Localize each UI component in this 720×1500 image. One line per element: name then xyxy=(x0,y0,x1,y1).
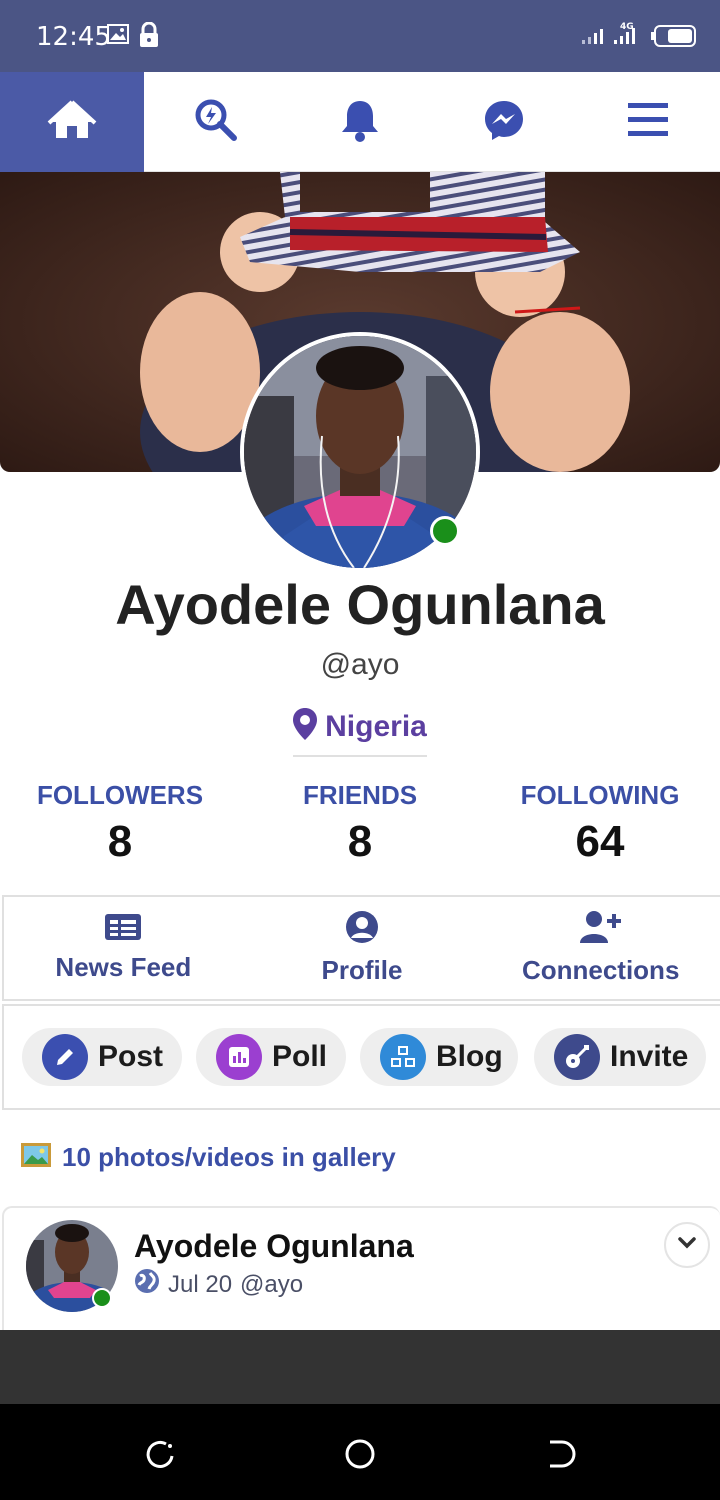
post-author-name[interactable]: Ayodele Ogunlana xyxy=(134,1228,414,1265)
home-button-icon[interactable] xyxy=(344,1438,376,1475)
post-options-button[interactable] xyxy=(664,1222,710,1268)
recent-apps-icon[interactable] xyxy=(144,1438,176,1475)
profile-name: Ayodele Ogunlana xyxy=(115,573,605,636)
stat-friends[interactable]: FRIENDS 8 xyxy=(240,780,480,880)
gallery-link[interactable]: 10 photos/videos in gallery xyxy=(20,1142,396,1173)
post-media-area[interactable] xyxy=(0,1330,720,1404)
cubes-icon xyxy=(380,1034,426,1080)
stat-value: 8 xyxy=(107,817,133,866)
bell-icon xyxy=(340,98,380,147)
nav-notifications[interactable] xyxy=(288,72,432,172)
post-button[interactable]: Post xyxy=(22,1028,182,1086)
tab-label: Profile xyxy=(321,955,403,985)
tab-news-feed[interactable]: News Feed xyxy=(4,897,243,999)
profile-handle: @ayo xyxy=(320,648,400,681)
post-handle[interactable]: @ayo xyxy=(240,1271,303,1299)
battery-icon xyxy=(650,24,698,53)
tab-connections[interactable]: Connections xyxy=(481,897,720,999)
location-text: Nigeria xyxy=(325,709,427,743)
search-icon xyxy=(194,98,238,147)
map-pin-icon xyxy=(293,708,318,745)
home-icon xyxy=(47,98,97,147)
tab-label: Connections xyxy=(521,955,680,985)
lock-icon xyxy=(138,21,160,53)
online-status-indicator xyxy=(430,516,460,546)
nav-home[interactable] xyxy=(0,72,144,172)
tab-label: News Feed xyxy=(55,952,192,982)
user-plus-icon xyxy=(579,910,622,949)
stat-following[interactable]: FOLLOWING 64 xyxy=(480,780,720,880)
blog-button[interactable]: Blog xyxy=(360,1028,518,1086)
picture-icon xyxy=(20,1142,52,1173)
signal-4g-icon: 4G xyxy=(612,20,646,51)
top-navbar xyxy=(0,72,720,172)
poll-label: Poll xyxy=(272,1040,328,1073)
nav-messages[interactable] xyxy=(432,72,576,172)
profile-stats: FOLLOWERS 8 FRIENDS 8 FOLLOWING 64 xyxy=(0,780,720,880)
location-link[interactable]: Nigeria xyxy=(293,708,427,757)
post-meta: Jul 20 @ayo xyxy=(134,1268,303,1301)
stat-followers[interactable]: FOLLOWERS 8 xyxy=(0,780,240,880)
gallery-notification-icon xyxy=(106,22,130,51)
menu-icon xyxy=(628,102,668,142)
news-feed-icon xyxy=(104,913,142,946)
invite-label: Invite xyxy=(610,1040,689,1073)
pencil-icon xyxy=(42,1034,88,1080)
stat-label: FRIENDS xyxy=(302,780,418,810)
stat-value: 8 xyxy=(347,817,373,866)
nav-search[interactable] xyxy=(144,72,288,172)
signal-icon xyxy=(580,26,610,51)
gallery-text: 10 photos/videos in gallery xyxy=(62,1142,396,1172)
user-circle-icon xyxy=(345,910,379,949)
poll-button[interactable]: Poll xyxy=(196,1028,346,1086)
post-label: Post xyxy=(98,1040,164,1073)
tab-profile[interactable]: Profile xyxy=(243,897,482,999)
post-date: Jul 20 xyxy=(168,1270,233,1298)
create-actions-bar: Post Poll Blog Invite xyxy=(2,1004,720,1110)
profile-tabs: News Feed Profile Connections xyxy=(2,895,720,1001)
author-online-indicator xyxy=(92,1288,112,1308)
chevron-down-icon xyxy=(678,1236,696,1254)
chart-icon xyxy=(216,1034,262,1080)
system-navigation-bar xyxy=(0,1404,720,1500)
post-card: Ayodele Ogunlana Jul 20 @ayo xyxy=(2,1206,720,1330)
status-time: 12:45 xyxy=(36,22,111,52)
back-icon[interactable] xyxy=(544,1438,576,1475)
network-label: 4G xyxy=(620,22,634,32)
stat-label: FOLLOWERS xyxy=(36,780,204,810)
guitar-icon xyxy=(554,1034,600,1080)
globe-icon xyxy=(134,1268,160,1301)
profile-location: Nigeria xyxy=(0,708,720,757)
messenger-icon xyxy=(483,99,525,146)
stat-value: 64 xyxy=(575,817,625,866)
stat-label: FOLLOWING xyxy=(520,780,680,810)
invite-button[interactable]: Invite xyxy=(534,1028,706,1086)
blog-label: Blog xyxy=(436,1040,503,1073)
status-bar: 12:45 4G xyxy=(0,0,720,72)
nav-menu[interactable] xyxy=(576,72,720,172)
